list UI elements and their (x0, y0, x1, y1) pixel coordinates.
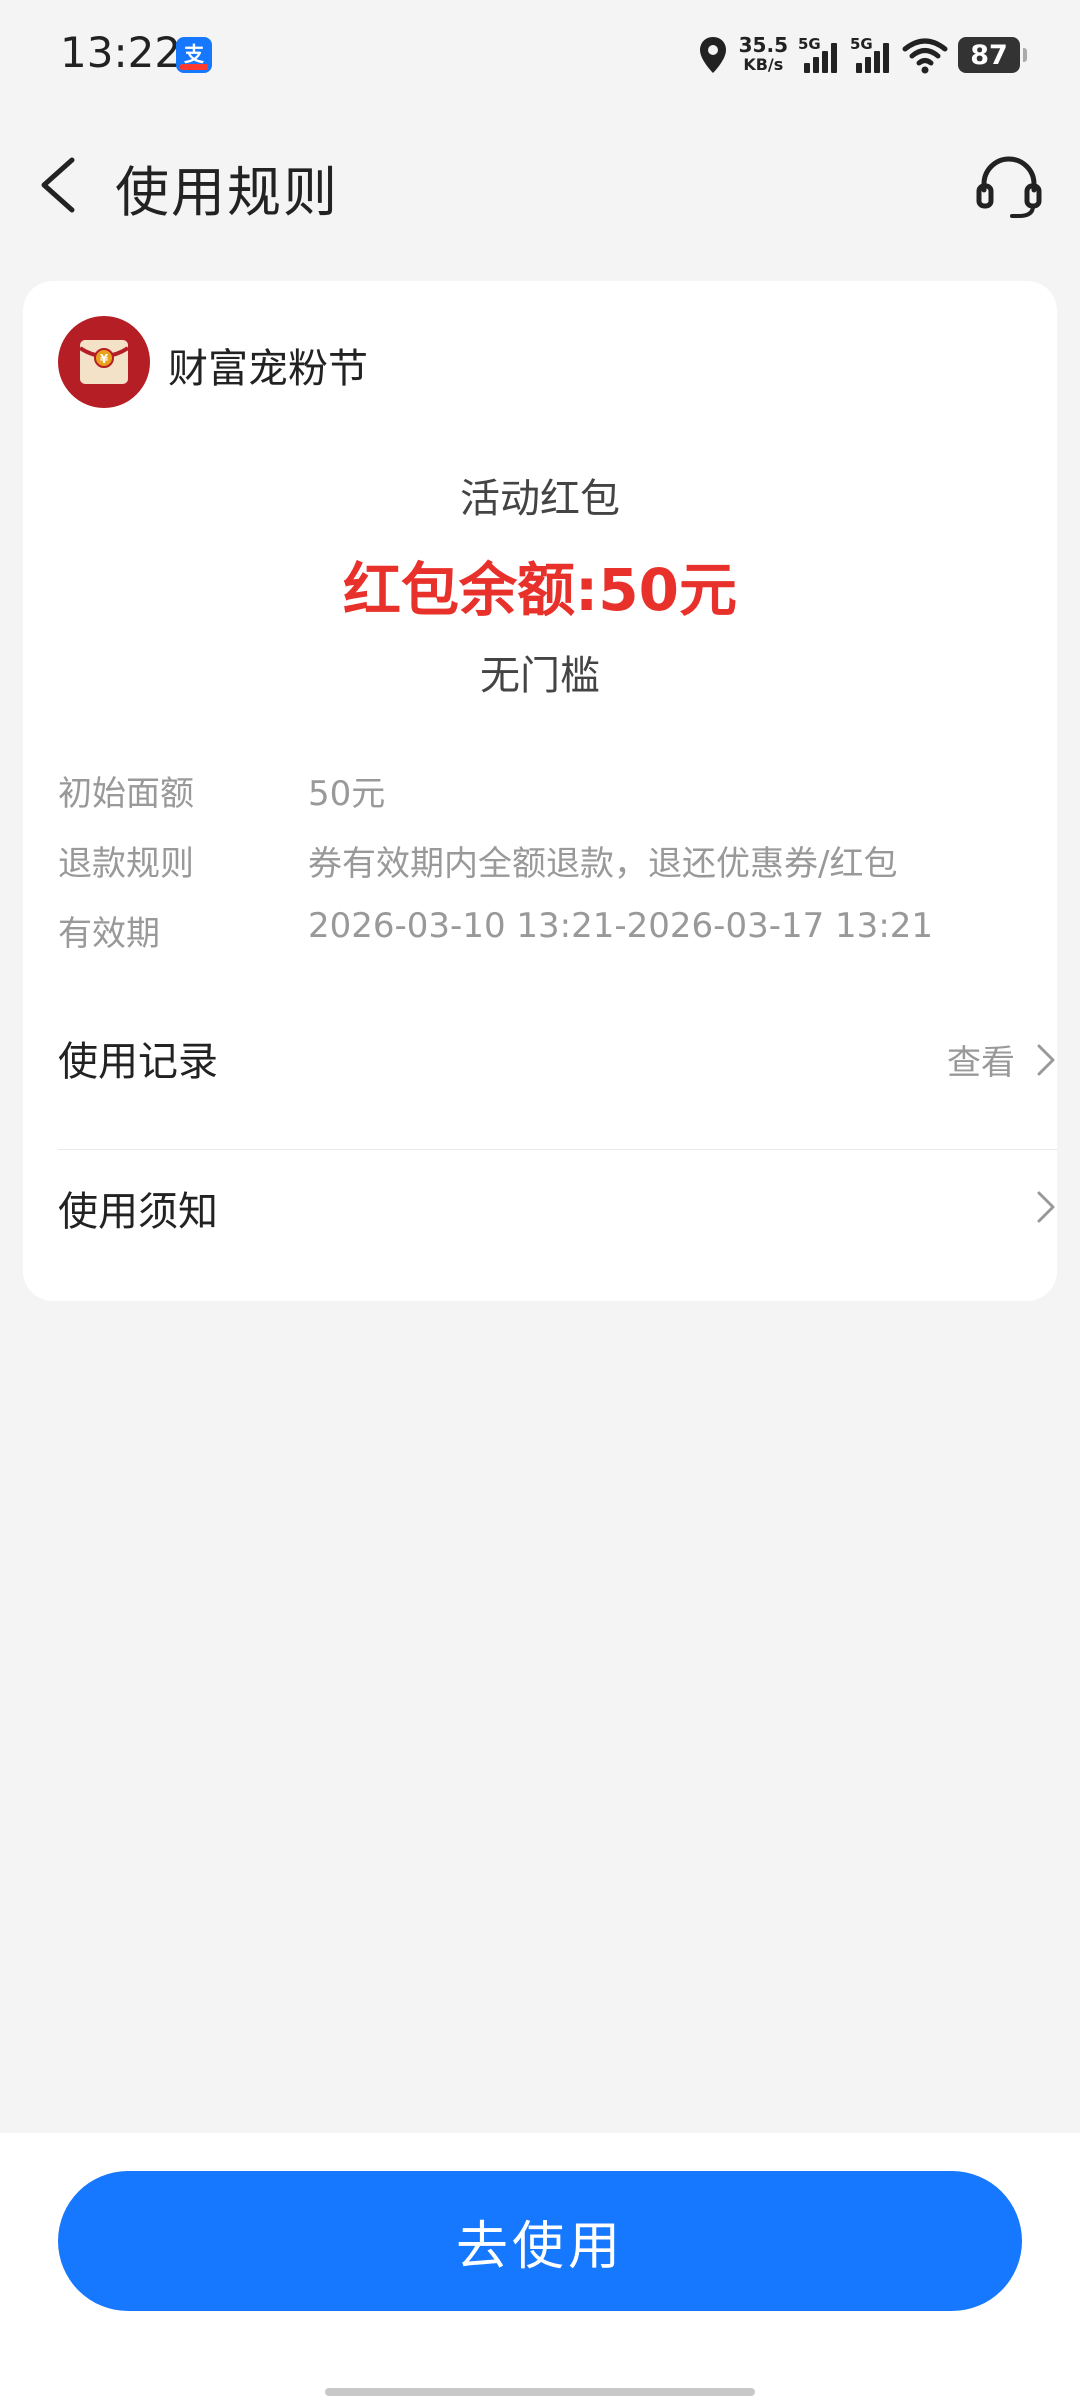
use-button[interactable]: 去使用 (58, 2171, 1022, 2311)
detail-label: 有效期 (58, 914, 160, 954)
merchant-name: 财富宠粉节 (168, 346, 368, 392)
red-envelope-icon: ¥ (58, 316, 150, 408)
coupon-type: 活动红包 (460, 476, 620, 522)
status-time: 13:22 (60, 28, 182, 77)
status-indicators: 35.5 KB/s 5G 5G 87 (697, 32, 1027, 78)
svg-text:¥: ¥ (100, 352, 109, 366)
detail-row: 有效期 2026-03-10 13:21-2026-03-17 13:21 (58, 906, 933, 955)
network-speed-value: 35.5 (738, 33, 788, 57)
svg-text:支: 支 (184, 42, 205, 66)
signal-icon: 5G (798, 35, 840, 75)
chevron-right-icon (1037, 1044, 1055, 1075)
detail-label: 初始面额 (58, 774, 194, 814)
usage-record-title: 使用记录 (58, 1039, 218, 1085)
page-title: 使用规则 (115, 161, 339, 224)
usage-record-row[interactable]: 使用记录 查看 (58, 991, 1057, 1131)
detail-row: 退款规则 券有效期内全额退款，退还优惠券/红包 (58, 836, 897, 885)
network-speed-unit: KB/s (743, 55, 784, 74)
bottom-bar: 去使用 (0, 2133, 1080, 2400)
alipay-app-icon: 支 (176, 37, 212, 73)
detail-label: 退款规则 (58, 844, 194, 884)
status-bar: 13:22 支 35.5 KB/s 5G 5G 87 (0, 0, 1080, 110)
usage-notice-row[interactable]: 使用须知 (58, 1141, 1057, 1281)
network-speed: 35.5 KB/s (739, 35, 788, 75)
usage-notice-title: 使用须知 (58, 1189, 218, 1235)
coupon-card: ¥ 财富宠粉节 活动红包 红包余额:50元 无门槛 初始面额 50元 退款规则 … (23, 281, 1057, 1301)
wifi-icon (902, 38, 948, 74)
balance-amount: 红包余额:50元 (343, 556, 737, 624)
nav-bar: 使用规则 (0, 120, 1080, 250)
detail-value: 券有效期内全额退款，退还优惠券/红包 (308, 844, 898, 884)
signal-icon: 5G (850, 35, 892, 75)
detail-value: 50元 (308, 774, 386, 814)
view-link[interactable]: 查看 (947, 1035, 1015, 1084)
headset-icon[interactable] (974, 152, 1044, 222)
threshold-text: 无门槛 (480, 653, 600, 699)
chevron-left-icon[interactable] (30, 150, 90, 220)
battery-icon: 87 (958, 37, 1027, 73)
location-icon (699, 37, 726, 73)
detail-row: 初始面额 50元 (58, 766, 385, 815)
chevron-right-icon (1037, 1191, 1055, 1223)
detail-value: 2026-03-10 13:21-2026-03-17 13:21 (308, 906, 934, 946)
home-indicator[interactable] (325, 2388, 755, 2396)
